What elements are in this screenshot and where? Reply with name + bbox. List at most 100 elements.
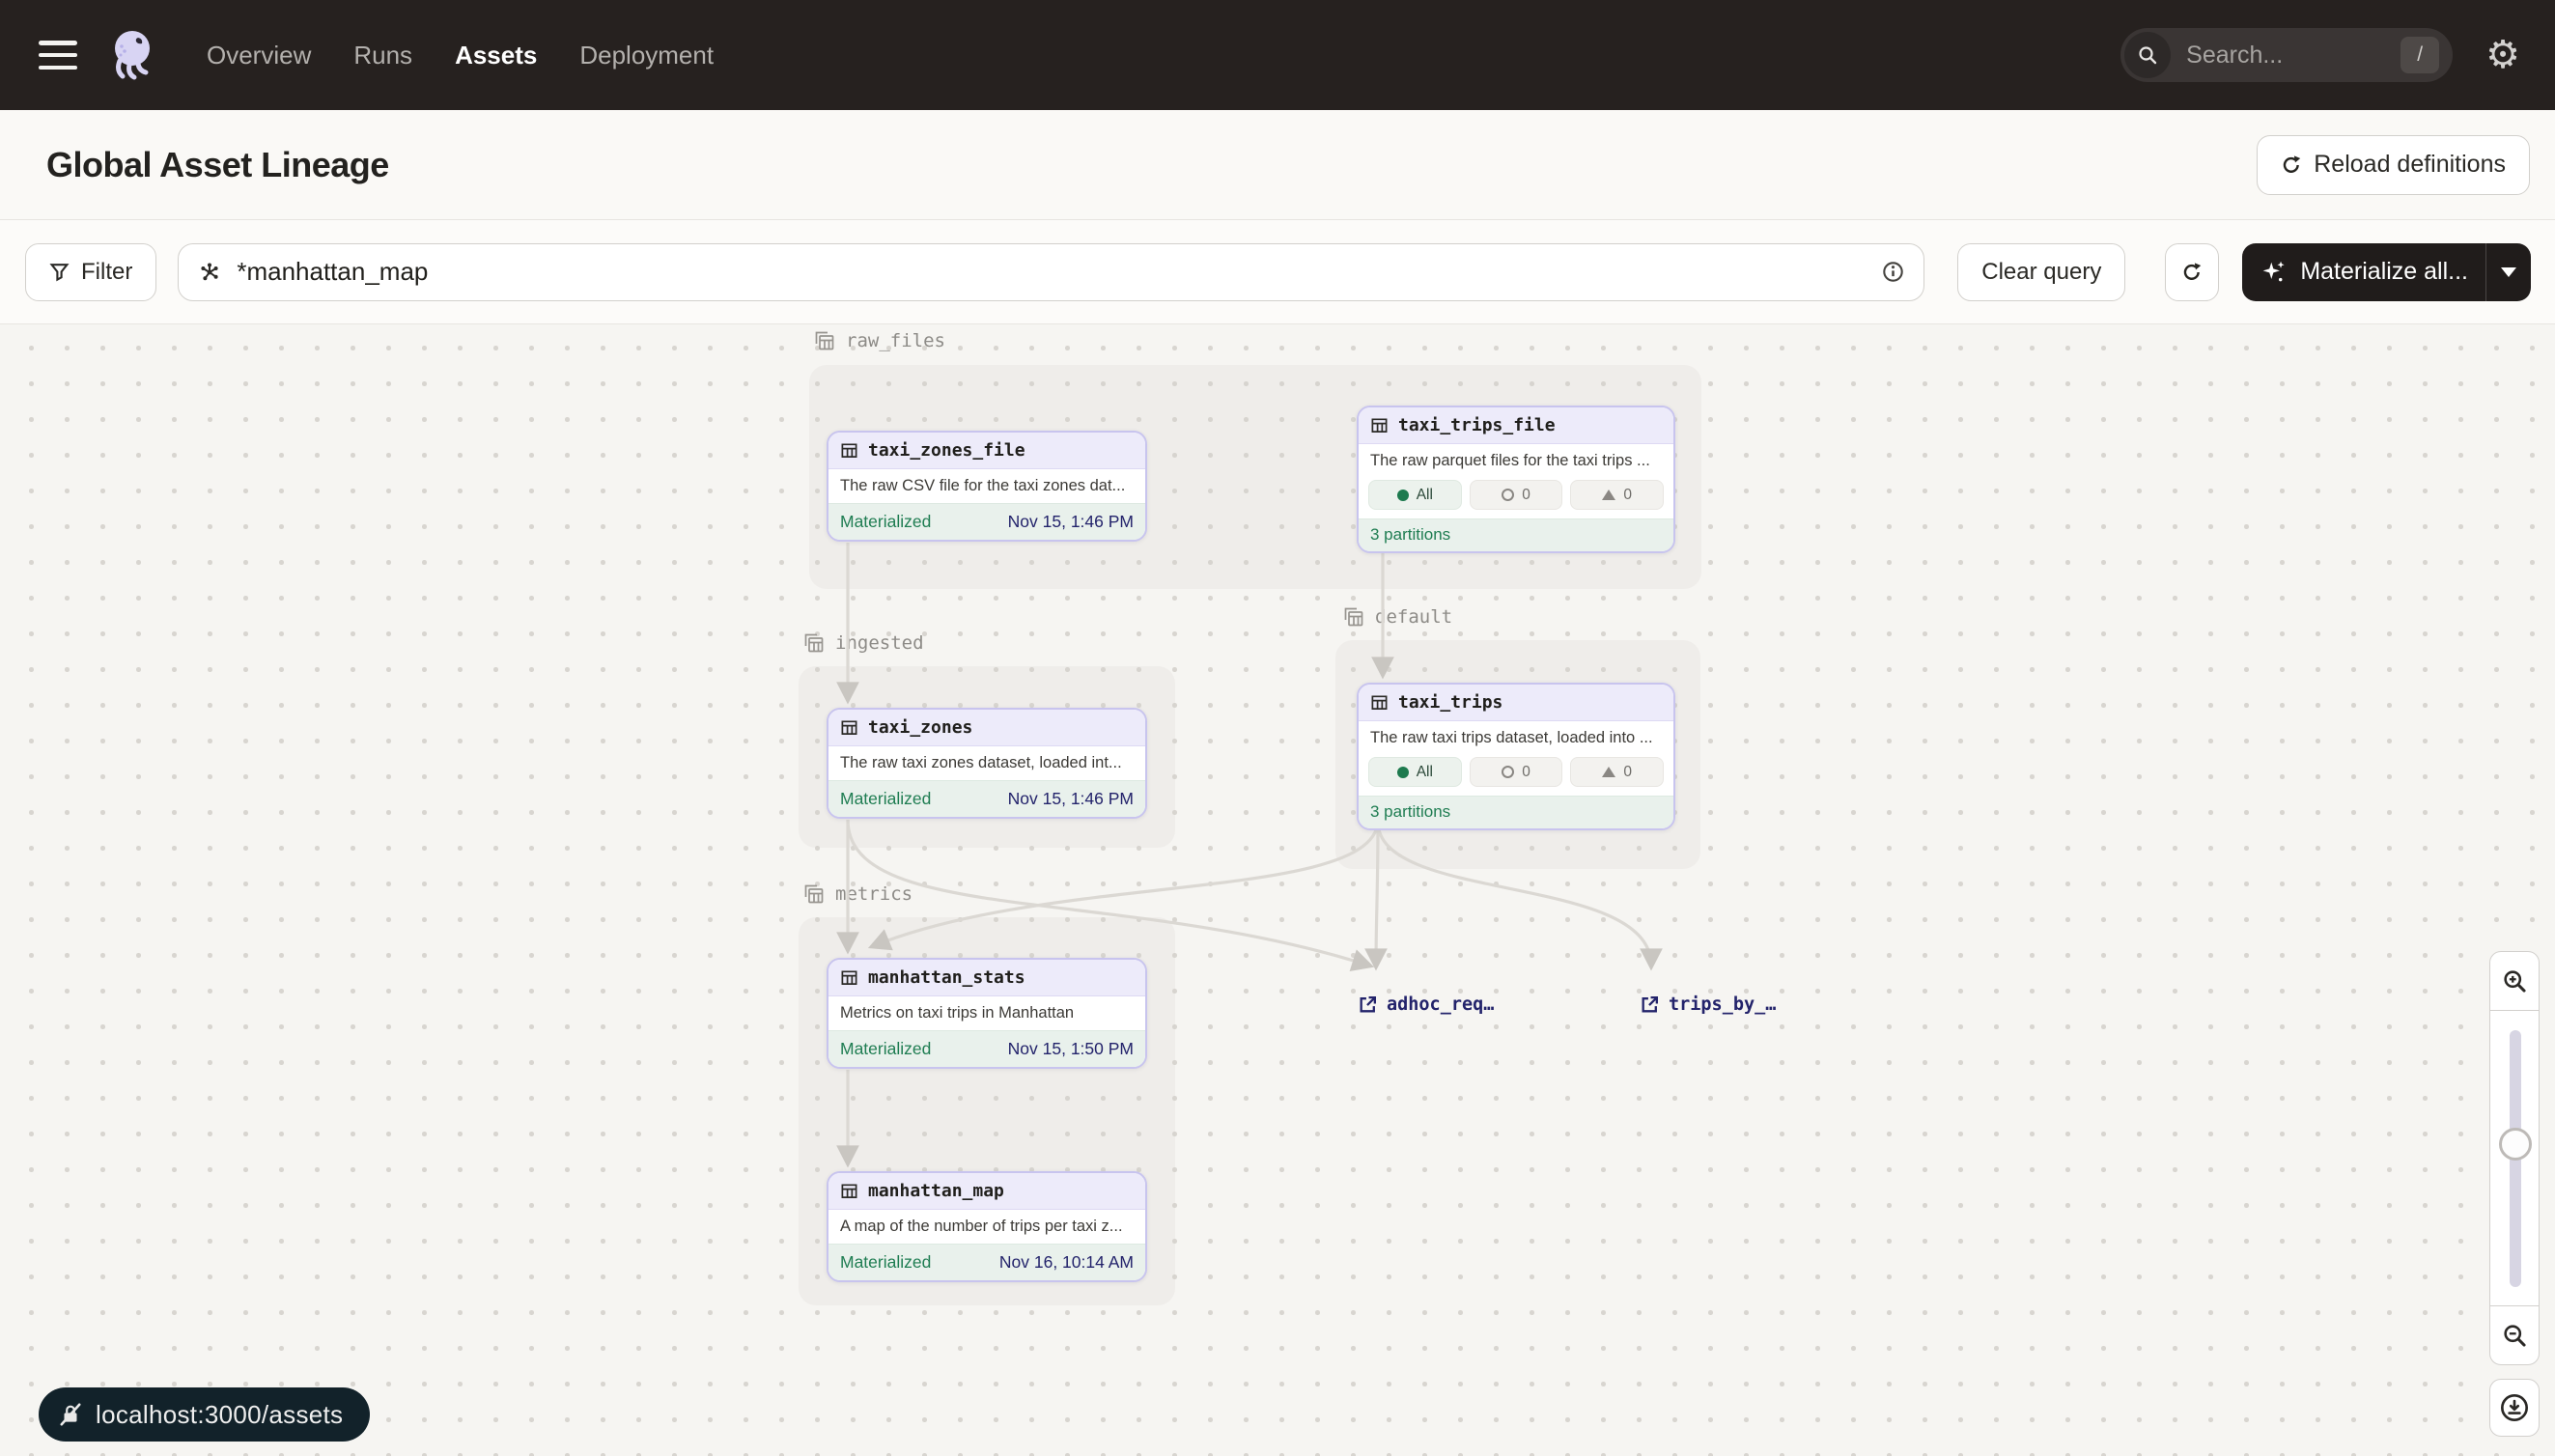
partitions-all-pill[interactable]: All: [1368, 757, 1462, 787]
asset-node-header: taxi_trips: [1359, 685, 1673, 721]
nav-deployment[interactable]: Deployment: [579, 41, 714, 70]
asset-group-icon: [1342, 605, 1365, 629]
materialize-all-split-button: Materialize all...: [2242, 243, 2531, 301]
asset-name: taxi_trips: [1398, 692, 1502, 713]
table-icon: [840, 1182, 858, 1200]
asset-node-header: taxi_zones_file: [828, 433, 1145, 469]
success-dot-icon: [1397, 490, 1409, 501]
zoom-slider-handle[interactable]: [2499, 1128, 2532, 1161]
asset-status-row: Materialized Nov 15, 1:50 PM: [828, 1030, 1145, 1067]
downstream-link-trips-by[interactable]: trips_by_…: [1640, 994, 1776, 1015]
table-icon: [1370, 693, 1389, 712]
lineage-canvas[interactable]: raw_files ingested default metrics: [0, 324, 2555, 1456]
filter-button[interactable]: Filter: [25, 243, 156, 301]
settings-gear-icon[interactable]: ⚙: [2485, 36, 2520, 74]
materialize-all-label: Materialize all...: [2300, 258, 2468, 286]
query-info-icon[interactable]: [1882, 261, 1904, 283]
primary-nav: Overview Runs Assets Deployment: [207, 41, 714, 70]
nav-assets[interactable]: Assets: [455, 41, 537, 70]
asset-node-manhattan-stats[interactable]: manhattan_stats Metrics on taxi trips in…: [827, 958, 1147, 1069]
group-name: raw_files: [846, 330, 945, 351]
asset-description: The raw taxi trips dataset, loaded into …: [1359, 721, 1673, 755]
filter-label: Filter: [81, 259, 132, 286]
menu-button[interactable]: [39, 39, 77, 71]
asset-node-taxi-trips-file[interactable]: taxi_trips_file The raw parquet files fo…: [1357, 406, 1675, 553]
nav-overview[interactable]: Overview: [207, 41, 311, 70]
group-label-metrics[interactable]: metrics: [802, 882, 912, 906]
search-box[interactable]: /: [2120, 28, 2453, 82]
downstream-asset-name: trips_by_…: [1669, 994, 1776, 1015]
asset-node-taxi-trips[interactable]: taxi_trips The raw taxi trips dataset, l…: [1357, 683, 1675, 830]
materialization-timestamp: Nov 15, 1:46 PM: [1008, 512, 1134, 532]
materialize-options-button[interactable]: [2486, 243, 2531, 301]
downstream-asset-name: adhoc_req…: [1387, 994, 1494, 1015]
partition-health-pills: All 0 0: [1359, 478, 1673, 518]
nav-runs[interactable]: Runs: [353, 41, 412, 70]
group-label-ingested[interactable]: ingested: [802, 631, 924, 655]
zoom-in-icon: [2501, 967, 2528, 994]
search-shortcut-key: /: [2401, 37, 2439, 73]
refresh-icon: [2181, 262, 2203, 283]
reload-definitions-button[interactable]: Reload definitions: [2257, 135, 2530, 195]
table-icon: [1370, 416, 1389, 434]
asset-group-icon: [813, 329, 836, 352]
chevron-down-icon: [2501, 267, 2516, 277]
insecure-lock-icon: [58, 1402, 83, 1427]
browser-status-bubble: localhost:3000/assets: [39, 1387, 370, 1442]
asset-node-header: manhattan_stats: [828, 960, 1145, 996]
group-name: metrics: [835, 883, 912, 905]
failed-triangle-icon: [1602, 490, 1615, 500]
table-icon: [840, 718, 858, 737]
graph-selector-icon: [198, 261, 221, 284]
failed-triangle-icon: [1602, 767, 1615, 777]
status-badge: Materialized: [840, 789, 931, 809]
partitions-missing-pill[interactable]: 0: [1470, 480, 1563, 510]
filter-funnel-icon: [49, 262, 70, 282]
partitions-all-pill[interactable]: All: [1368, 480, 1462, 510]
download-icon: [2499, 1392, 2530, 1423]
group-label-default[interactable]: default: [1342, 605, 1452, 629]
asset-name: taxi_zones_file: [868, 440, 1025, 461]
external-link-icon: [1640, 994, 1660, 1015]
asset-description: The raw CSV file for the taxi zones dat.…: [828, 469, 1145, 503]
zoom-in-button[interactable]: [2489, 951, 2540, 1011]
status-badge: Materialized: [840, 512, 931, 532]
asset-node-manhattan-map[interactable]: manhattan_map A map of the number of tri…: [827, 1171, 1147, 1282]
download-image-button[interactable]: [2489, 1379, 2540, 1437]
missing-ring-icon: [1502, 489, 1514, 501]
dagster-logo[interactable]: [106, 25, 160, 85]
page-title: Global Asset Lineage: [46, 145, 389, 185]
dagster-octopus-icon: [106, 25, 160, 85]
asset-node-header: taxi_zones: [828, 710, 1145, 746]
materialization-timestamp: Nov 16, 10:14 AM: [999, 1252, 1134, 1273]
partitions-failed-pill[interactable]: 0: [1570, 480, 1664, 510]
zoom-out-button[interactable]: [2489, 1305, 2540, 1365]
status-badge: Materialized: [840, 1252, 931, 1273]
asset-group-icon: [802, 882, 826, 906]
clear-query-label: Clear query: [1981, 259, 2101, 286]
zoom-controls: [2489, 951, 2540, 1365]
asset-query-input[interactable]: [235, 256, 1882, 288]
group-label-raw-files[interactable]: raw_files: [813, 329, 945, 352]
zoom-slider-panel: [2489, 1011, 2540, 1306]
materialize-all-button[interactable]: Materialize all...: [2242, 243, 2485, 301]
partitions-failed-pill[interactable]: 0: [1570, 757, 1664, 787]
top-nav: Overview Runs Assets Deployment / ⚙: [0, 0, 2555, 110]
refresh-graph-button[interactable]: [2165, 243, 2219, 301]
partition-health-pills: All 0 0: [1359, 755, 1673, 796]
asset-selection-input[interactable]: [178, 243, 1924, 301]
asset-description: Metrics on taxi trips in Manhattan: [828, 996, 1145, 1030]
search-icon: [2124, 32, 2171, 78]
downstream-link-adhoc-request[interactable]: adhoc_req…: [1358, 994, 1494, 1015]
materialization-timestamp: Nov 15, 1:50 PM: [1008, 1039, 1134, 1059]
asset-description: The raw parquet files for the taxi trips…: [1359, 444, 1673, 478]
table-icon: [840, 441, 858, 460]
external-link-icon: [1358, 994, 1378, 1015]
clear-query-button[interactable]: Clear query: [1957, 243, 2125, 301]
asset-node-taxi-zones[interactable]: taxi_zones The raw taxi zones dataset, l…: [827, 708, 1147, 819]
reload-definitions-label: Reload definitions: [2314, 151, 2506, 179]
search-input[interactable]: [2184, 41, 2401, 70]
partitions-missing-pill[interactable]: 0: [1470, 757, 1563, 787]
asset-node-taxi-zones-file[interactable]: taxi_zones_file The raw CSV file for the…: [827, 431, 1147, 542]
asset-description: The raw taxi zones dataset, loaded int..…: [828, 746, 1145, 780]
